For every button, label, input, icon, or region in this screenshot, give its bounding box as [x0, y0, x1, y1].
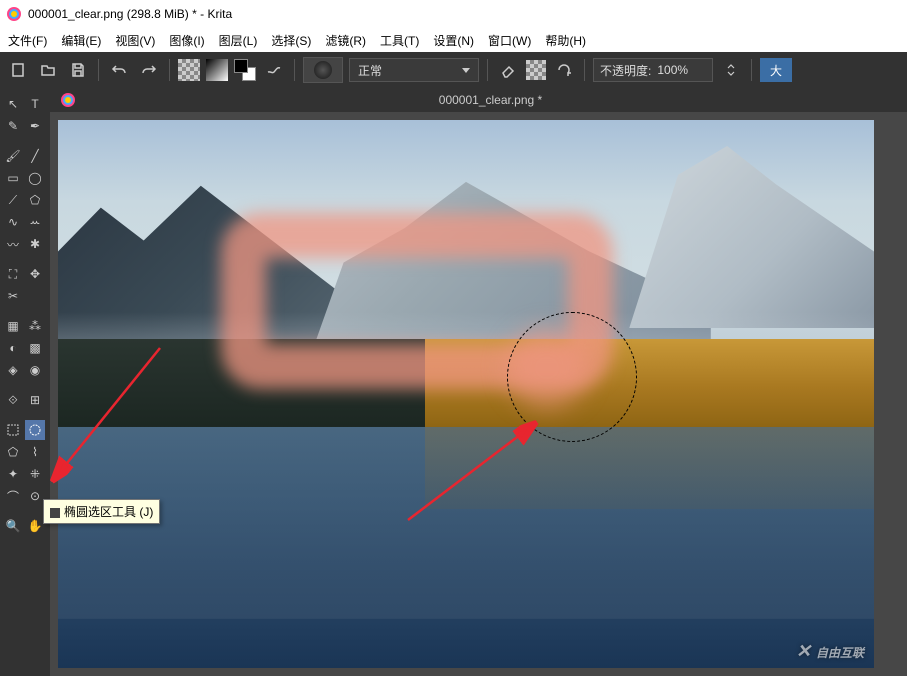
menu-select[interactable]: 选择(S)	[271, 32, 311, 49]
brush-settings-icon[interactable]	[262, 58, 286, 82]
main-toolbar: 正常 不透明度: 100% 大	[0, 52, 907, 88]
watermark: ✕ 自由互联	[796, 641, 864, 662]
menu-tools[interactable]: 工具(T)	[380, 32, 419, 49]
menu-view[interactable]: 视图(V)	[115, 32, 155, 49]
separator	[98, 59, 99, 81]
krita-logo-icon	[6, 6, 22, 22]
menubar: 文件(F) 编辑(E) 视图(V) 图像(I) 图层(L) 选择(S) 滤镜(R…	[0, 28, 907, 52]
open-file-button[interactable]	[36, 58, 60, 82]
menu-edit[interactable]: 编辑(E)	[61, 32, 101, 49]
menu-image[interactable]: 图像(I)	[169, 32, 204, 49]
brush-preset-selector[interactable]	[303, 57, 343, 83]
menu-file[interactable]: 文件(F)	[8, 32, 47, 49]
color-swatch[interactable]	[234, 59, 256, 81]
size-button[interactable]: 大	[760, 58, 792, 82]
new-file-button[interactable]	[6, 58, 30, 82]
menu-help[interactable]: 帮助(H)	[545, 32, 586, 49]
gradient-swatch[interactable]	[206, 59, 228, 81]
menu-layer[interactable]: 图层(L)	[219, 32, 258, 49]
menu-window[interactable]: 窗口(W)	[488, 32, 531, 49]
alpha-lock-icon[interactable]	[526, 60, 546, 80]
pattern-swatch[interactable]	[178, 59, 200, 81]
chevron-down-icon	[462, 68, 470, 73]
workspace: ↖T ✎✒ 🖌╱ ▭◯ ⟋⬠ ∿ꕀ 〰✱ ⛶✥ ✂ ▦⁂ ◐▩ ◈◉ ⟐⊞ ⬠⌇…	[0, 88, 907, 676]
eraser-toggle-icon[interactable]	[496, 58, 520, 82]
menu-filter[interactable]: 滤镜(R)	[325, 32, 366, 49]
window-title: 000001_clear.png (298.8 MiB) * - Krita	[28, 7, 232, 21]
blend-mode-value: 正常	[358, 62, 382, 79]
separator	[169, 59, 170, 81]
menu-settings[interactable]: 设置(N)	[433, 32, 474, 49]
titlebar: 000001_clear.png (298.8 MiB) * - Krita	[0, 0, 907, 28]
separator	[751, 59, 752, 81]
opacity-label: 不透明度:	[600, 62, 651, 79]
separator	[584, 59, 585, 81]
tab-title[interactable]: 000001_clear.png *	[84, 93, 897, 107]
opacity-spinner[interactable]	[719, 58, 743, 82]
save-file-button[interactable]	[66, 58, 90, 82]
separator	[294, 59, 295, 81]
blend-mode-dropdown[interactable]: 正常	[349, 58, 479, 82]
ellipse-select-tooltip: 椭圆选区工具 (J)	[43, 499, 160, 524]
separator	[487, 59, 488, 81]
opacity-slider[interactable]: 不透明度: 100%	[593, 58, 713, 82]
reload-preset-icon[interactable]	[552, 58, 576, 82]
opacity-value: 100%	[657, 63, 688, 77]
redo-button[interactable]	[137, 58, 161, 82]
undo-button[interactable]	[107, 58, 131, 82]
